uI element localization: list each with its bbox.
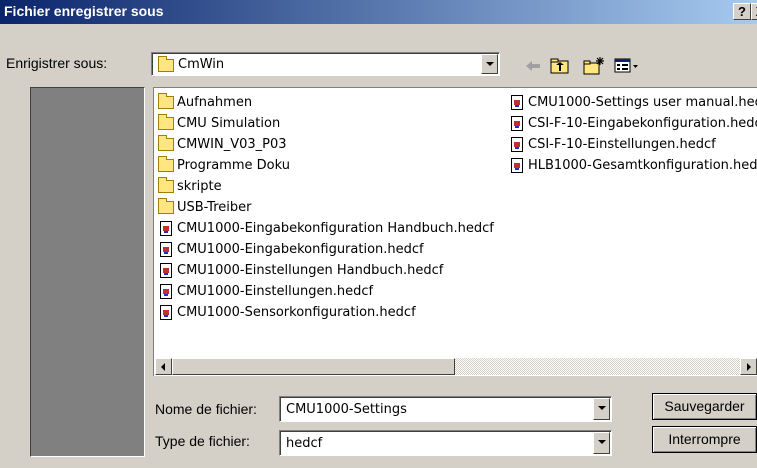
folder-icon xyxy=(158,114,174,130)
list-item[interactable]: Programme Doku xyxy=(158,155,494,176)
list-item[interactable]: CMU1000-Sensorkonfiguration.hedcf xyxy=(158,302,494,323)
hedcf-file-icon xyxy=(511,137,523,152)
folder-icon xyxy=(158,198,174,214)
cancel-button[interactable]: Interrompre xyxy=(652,426,757,453)
list-item[interactable]: CMU1000-Einstellungen Handbuch.hedcf xyxy=(158,260,494,281)
list-item[interactable]: CMU1000-Settings user manual.hedcf xyxy=(509,92,757,113)
horizontal-scrollbar[interactable] xyxy=(155,358,757,375)
list-item[interactable]: CSI-F-10-Einstellungen.hedcf xyxy=(509,134,757,155)
file-column-2: CMU1000-Settings user manual.hedcf CSI-F… xyxy=(509,92,757,176)
save-button[interactable]: Sauvegarder xyxy=(652,393,757,420)
folder-icon xyxy=(158,93,174,109)
view-menu-icon[interactable] xyxy=(614,56,640,76)
close-button[interactable]: X xyxy=(751,3,757,20)
hedcf-file-icon xyxy=(511,116,523,131)
save-in-dropdown-arrow[interactable] xyxy=(481,54,498,74)
file-list[interactable]: Aufnahmen CMU Simulation CMWIN_V03_P03 P… xyxy=(153,87,757,376)
folder-icon xyxy=(158,135,174,151)
folder-icon xyxy=(158,56,174,72)
list-item[interactable]: skripte xyxy=(158,176,494,197)
file-column-1: Aufnahmen CMU Simulation CMWIN_V03_P03 P… xyxy=(158,92,494,323)
list-item[interactable]: CMU1000-Eingabekonfiguration.hedcf xyxy=(158,239,494,260)
filetype-select[interactable]: hedcf xyxy=(279,430,612,456)
filetype-label: Type de fichier: xyxy=(155,433,250,449)
scroll-left-button[interactable] xyxy=(155,358,172,375)
save-as-dialog: Fichier enregistrer sous ? X Enrigistrer… xyxy=(0,0,757,468)
list-item[interactable]: HLB1000-Gesamtkonfiguration.hedcf xyxy=(509,155,757,176)
folder-icon xyxy=(158,177,174,193)
list-item[interactable]: Aufnahmen xyxy=(158,92,494,113)
filename-label: Nome de fichier: xyxy=(155,401,257,417)
filetype-value: hedcf xyxy=(286,436,323,451)
hedcf-file-icon xyxy=(160,263,172,278)
hedcf-file-icon xyxy=(160,242,172,257)
list-item[interactable]: CMU1000-Einstellungen.hedcf xyxy=(158,281,494,302)
hedcf-file-icon xyxy=(160,221,172,236)
up-folder-icon[interactable] xyxy=(550,56,570,76)
scroll-right-button[interactable] xyxy=(740,358,757,375)
hedcf-file-icon xyxy=(511,95,523,110)
save-in-value: CmWin xyxy=(178,57,225,72)
folder-icon xyxy=(158,156,174,172)
list-item[interactable]: USB-Treiber xyxy=(158,197,494,218)
help-button[interactable]: ? xyxy=(733,3,751,20)
list-item[interactable]: CMWIN_V03_P03 xyxy=(158,134,494,155)
filename-input[interactable]: CMU1000-Settings xyxy=(279,396,612,422)
hedcf-file-icon xyxy=(511,158,523,173)
dialog-title: Fichier enregistrer sous xyxy=(4,3,164,19)
list-item[interactable]: CSI-F-10-Eingabekonfiguration.hedcf xyxy=(509,113,757,134)
places-bar xyxy=(30,87,145,457)
filetype-dropdown-arrow[interactable] xyxy=(593,432,610,454)
title-bar[interactable]: Fichier enregistrer sous ? X xyxy=(0,0,757,24)
hedcf-file-icon xyxy=(160,284,172,299)
hedcf-file-icon xyxy=(160,305,172,320)
scrollbar-thumb[interactable] xyxy=(172,358,455,375)
list-item[interactable]: CMU Simulation xyxy=(158,113,494,134)
save-in-label: Enrigistrer sous: xyxy=(6,55,108,71)
list-item[interactable]: CMU1000-Eingabekonfiguration Handbuch.he… xyxy=(158,218,494,239)
save-in-dropdown[interactable]: CmWin xyxy=(151,52,500,76)
back-arrow-icon[interactable] xyxy=(524,56,542,76)
new-folder-icon[interactable] xyxy=(583,56,605,76)
filename-dropdown-arrow[interactable] xyxy=(593,398,610,420)
filename-value: CMU1000-Settings xyxy=(286,402,407,417)
